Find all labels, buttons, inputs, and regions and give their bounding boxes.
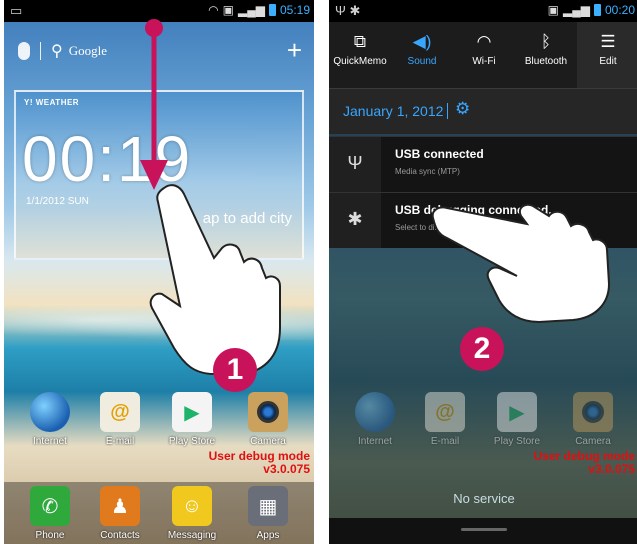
apps-grid-icon: ▦ [248,486,288,526]
date-separator [447,103,448,119]
dock-apps[interactable]: ▦ Apps [240,486,296,541]
search-brand[interactable]: Google [69,43,107,59]
app-label: Camera [250,436,286,447]
app-label: Play Store [168,436,216,447]
app-label: Messaging [167,530,217,541]
app-label: Apps [256,530,280,541]
app-camera[interactable]: Camera [240,392,296,447]
app-play-store: ▶ Play Store [489,392,545,447]
home-screen: ▭ ◠ ▣ ▂▄▆ 05:19 ⚲ Google + Y! WEATHER 00… [4,0,314,544]
wifi-toggle[interactable]: ◠ Wi-Fi [453,22,515,88]
email-icon: @ [100,392,140,432]
app-camera: Camera [565,392,621,447]
app-internet[interactable]: Internet [22,392,78,447]
status-bar[interactable]: Ψ ✱ ▣ ▂▄▆ 00:20 [329,0,637,22]
quickmemo-toggle[interactable]: ⧉ QuickMemo [329,22,391,88]
search-separator [40,42,41,60]
drag-down-arrow-icon [140,19,168,190]
sound-icon: ◀) [412,32,432,51]
globe-icon [30,392,70,432]
search-icon[interactable]: ⚲ [51,41,63,61]
weather-date: 1/1/2012 SUN [26,196,89,207]
camera-icon [248,392,288,432]
app-label: E-mail [105,436,135,447]
app-email[interactable]: @ E-mail [92,392,148,447]
camera-icon [573,392,613,432]
debug-mode-label: User debug mode v3.0.075 [208,449,310,476]
globe-icon [355,392,395,432]
no-service-label: No service [453,491,515,506]
debug-mode-label: User debug mode v3.0.075 [533,449,635,476]
notification-screen: Ψ ✱ ▣ ▂▄▆ 00:20 ⧉ QuickMemo ◀) Sound ◠ W… [329,0,637,544]
play-store-icon: ▶ [172,392,212,432]
quickmemo-icon: ⧉ [353,32,367,51]
status-time: 00:20 [604,3,635,17]
step-badge: 2 [460,327,504,371]
panel-drag-handle[interactable] [329,518,637,544]
status-time: 05:19 [279,3,310,17]
signal-icon: ▂▄▆ [238,3,265,17]
panel-date: January 1, 2012 [343,103,444,119]
weather-brand: Y! WEATHER [24,98,80,107]
battery-icon [268,4,276,16]
app-email: @ E-mail [417,392,473,447]
step-badge: 1 [213,348,257,392]
bluetooth-icon: ᛒ [540,32,552,51]
battery-icon [593,4,601,16]
email-icon: @ [425,392,465,432]
app-label: Phone [35,530,65,541]
screen-icon: ▭ [10,3,23,18]
dock-phone[interactable]: ✆ Phone [22,486,78,541]
hand-swipe-icon [431,203,611,324]
phone-icon: ✆ [30,486,70,526]
android-debug-icon: ✱ [349,3,361,18]
app-play-store[interactable]: ▶ Play Store [164,392,220,447]
wifi-status-icon: ◠ [208,3,219,17]
notification-usb-connected[interactable]: Ψ USB connected Media sync (MTP) [329,136,637,192]
app-internet: Internet [347,392,403,447]
notification-subtitle: Media sync (MTP) [395,167,460,176]
notification-title: USB connected [395,147,484,161]
quick-settings-bar: ⧉ QuickMemo ◀) Sound ◠ Wi-Fi ᛒ Bluetooth… [329,22,637,88]
notification-icon: ▣ [547,3,559,17]
app-label: Contacts [100,530,140,541]
edit-icon: ☰ [600,32,616,51]
add-widget-icon[interactable]: + [287,35,302,66]
usb-icon: Ψ [329,137,381,192]
hand-pointer-icon [149,184,281,375]
edit-button[interactable]: ☰ Edit [577,22,637,88]
settings-gear-icon[interactable]: ⚙ [455,99,470,119]
app-label: Internet [33,436,67,447]
bluetooth-toggle[interactable]: ᛒ Bluetooth [515,22,577,88]
play-store-icon: ▶ [497,392,537,432]
dock-messaging[interactable]: ☺ Messaging [164,486,220,541]
notification-icon: ▣ [222,3,234,17]
yahoo-logo-icon: Y! [24,98,36,107]
messaging-icon: ☺ [172,486,212,526]
microphone-icon[interactable] [18,42,30,60]
signal-icon: ▂▄▆ [563,3,590,17]
android-icon: ✱ [329,193,381,248]
usb-status-icon: Ψ ✱ [335,3,361,18]
contacts-icon: ♟ [100,486,140,526]
sound-toggle[interactable]: ◀) Sound [391,22,453,88]
wifi-icon: ◠ [476,32,492,51]
dock-contacts[interactable]: ♟ Contacts [92,486,148,541]
date-bar: January 1, 2012 ⚙ [329,88,637,134]
